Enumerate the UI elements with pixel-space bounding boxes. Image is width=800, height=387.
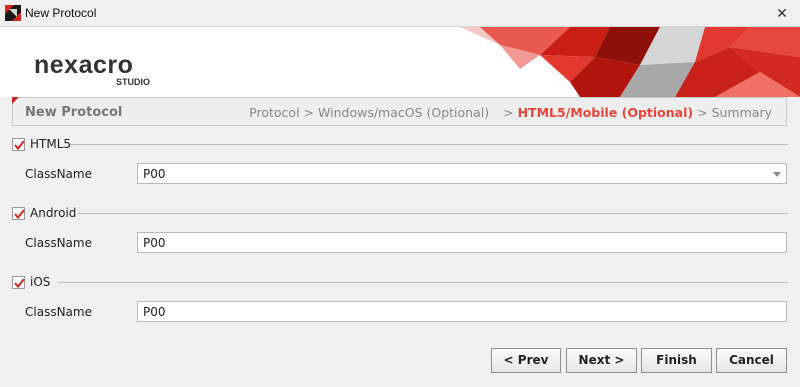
wizard-header: nexacro STUDIO [0,27,800,97]
step-html5-mobile: HTML5/Mobile (Optional) [517,105,694,120]
logo-brand-text: nexacro [34,51,133,79]
close-icon: ✕ [776,5,788,21]
ios-classname-label: ClassName [25,305,92,319]
chevron-down-icon[interactable] [773,172,781,177]
prev-button[interactable]: < Prev [491,348,561,373]
ios-classname-value: P00 [143,305,166,319]
ios-classname-input[interactable]: P00 [137,301,787,322]
cancel-button[interactable]: Cancel [716,348,787,373]
page-title: New Protocol [25,105,123,120]
html5-checkbox[interactable] [12,138,25,151]
html5-label: HTML5 [30,137,72,151]
step-windows-macos: Windows/macOS (Optional) [318,105,490,120]
nexacro-app-icon [5,5,21,21]
android-label: Android [30,206,77,220]
nexacro-studio-logo: nexacro STUDIO [34,51,150,87]
corner-marker [12,97,19,104]
check-icon [14,140,25,151]
breadcrumb: Protocol > Windows/macOS (Optional) > HTML5/… [249,105,772,120]
divider [58,282,788,283]
html5-classname-value: P00 [143,167,166,181]
android-classname-input[interactable]: P00 [137,232,787,253]
decorative-banner [460,27,800,97]
window-title: New Protocol [25,6,97,20]
html5-classname-combobox[interactable]: P00 [137,163,787,184]
check-icon [14,209,25,220]
breadcrumb-separator: > [303,105,315,120]
finish-button[interactable]: Finish [641,348,712,373]
step-protocol: Protocol [249,105,300,120]
check-icon [14,278,25,289]
close-button[interactable]: ✕ [772,3,792,23]
title-bar: New Protocol ✕ [0,0,800,27]
next-button[interactable]: Next > [566,348,637,373]
android-classname-label: ClassName [25,236,92,250]
logo-sub-text: STUDIO [116,77,150,87]
divider [70,144,788,145]
android-checkbox[interactable] [12,207,25,220]
ios-label: iOS [30,275,51,289]
ios-checkbox[interactable] [12,276,25,289]
html5-classname-label: ClassName [25,167,92,181]
divider [78,213,788,214]
step-summary: Summary [711,105,772,120]
breadcrumb-separator: > [697,105,708,120]
android-classname-value: P00 [143,236,166,250]
wizard-step-bar: New Protocol Protocol > Windows/macOS (Opt… [12,97,787,126]
breadcrumb-separator: > [503,105,514,120]
